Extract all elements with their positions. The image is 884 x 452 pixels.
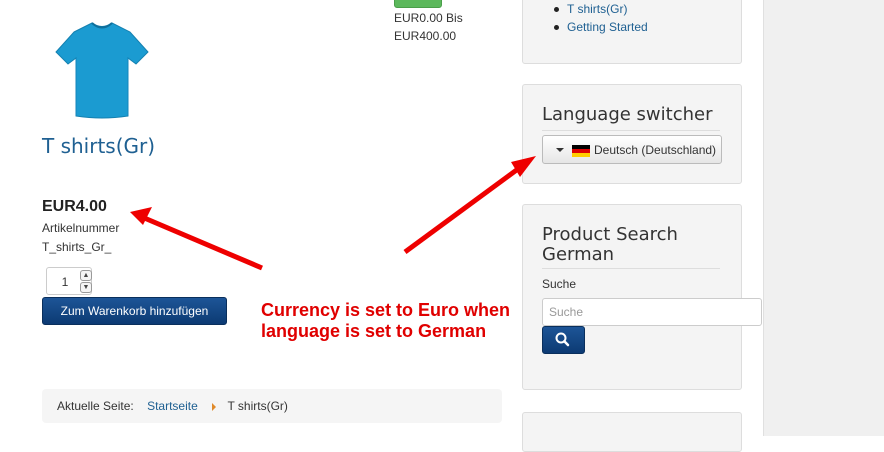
product-search-title: Product Search German bbox=[542, 224, 678, 265]
quantity-stepper: ▲ ▼ bbox=[46, 267, 92, 295]
search-label: Suche bbox=[542, 277, 577, 291]
search-button[interactable] bbox=[542, 326, 585, 354]
quantity-down-icon[interactable]: ▼ bbox=[80, 282, 92, 293]
quantity-input[interactable] bbox=[49, 272, 81, 292]
breadcrumb-current: T shirts(Gr) bbox=[227, 399, 288, 413]
category-menu: T shirts(Gr) Getting Started bbox=[550, 0, 648, 36]
sku-value: T_shirts_Gr_ bbox=[42, 240, 112, 254]
arrow-to-price-icon bbox=[130, 207, 263, 271]
sku-label: Artikelnummer bbox=[42, 221, 120, 235]
breadcrumb: Aktuelle Seite: Startseite T shirts(Gr) bbox=[42, 389, 502, 423]
annotation-text: Currency is set to Euro when language is… bbox=[261, 300, 510, 342]
product-price: EUR4.00 bbox=[42, 198, 107, 215]
german-flag-icon bbox=[572, 145, 590, 157]
list-item: Getting Started bbox=[550, 18, 648, 36]
language-switcher-title: Language switcher bbox=[542, 104, 713, 125]
breadcrumb-separator-icon bbox=[212, 402, 217, 411]
product-image[interactable] bbox=[52, 18, 152, 122]
language-switcher-module bbox=[522, 84, 742, 184]
divider bbox=[542, 268, 720, 269]
search-input[interactable] bbox=[542, 298, 762, 326]
breadcrumb-home-link[interactable]: Startseite bbox=[147, 389, 198, 423]
page-gutter bbox=[763, 0, 884, 436]
menu-link-tshirts[interactable]: T shirts(Gr) bbox=[567, 2, 627, 16]
breadcrumb-prefix: Aktuelle Seite: bbox=[57, 399, 134, 413]
product-title[interactable]: T shirts(Gr) bbox=[42, 134, 182, 159]
language-dropdown[interactable]: Deutsch (Deutschland) bbox=[542, 135, 722, 164]
filter-button[interactable] bbox=[394, 0, 442, 8]
arrow-to-language-icon bbox=[403, 156, 536, 255]
annotation-line: Currency is set to Euro when bbox=[261, 300, 511, 320]
menu-link-getting-started[interactable]: Getting Started bbox=[567, 20, 648, 34]
list-item: T shirts(Gr) bbox=[550, 0, 648, 18]
quantity-up-icon[interactable]: ▲ bbox=[80, 270, 92, 281]
annotation-line: language is set to German bbox=[261, 321, 487, 341]
search-icon bbox=[555, 332, 570, 347]
add-to-cart-button[interactable]: Zum Warenkorb hinzufügen bbox=[42, 297, 227, 325]
language-selected: Deutsch (Deutschland) bbox=[594, 143, 717, 157]
caret-down-icon bbox=[556, 148, 564, 152]
price-range-to: EUR400.00 bbox=[394, 29, 457, 43]
sidebar-module bbox=[522, 412, 742, 452]
divider bbox=[542, 130, 720, 131]
price-range-from: EUR0.00 Bis bbox=[394, 11, 463, 25]
